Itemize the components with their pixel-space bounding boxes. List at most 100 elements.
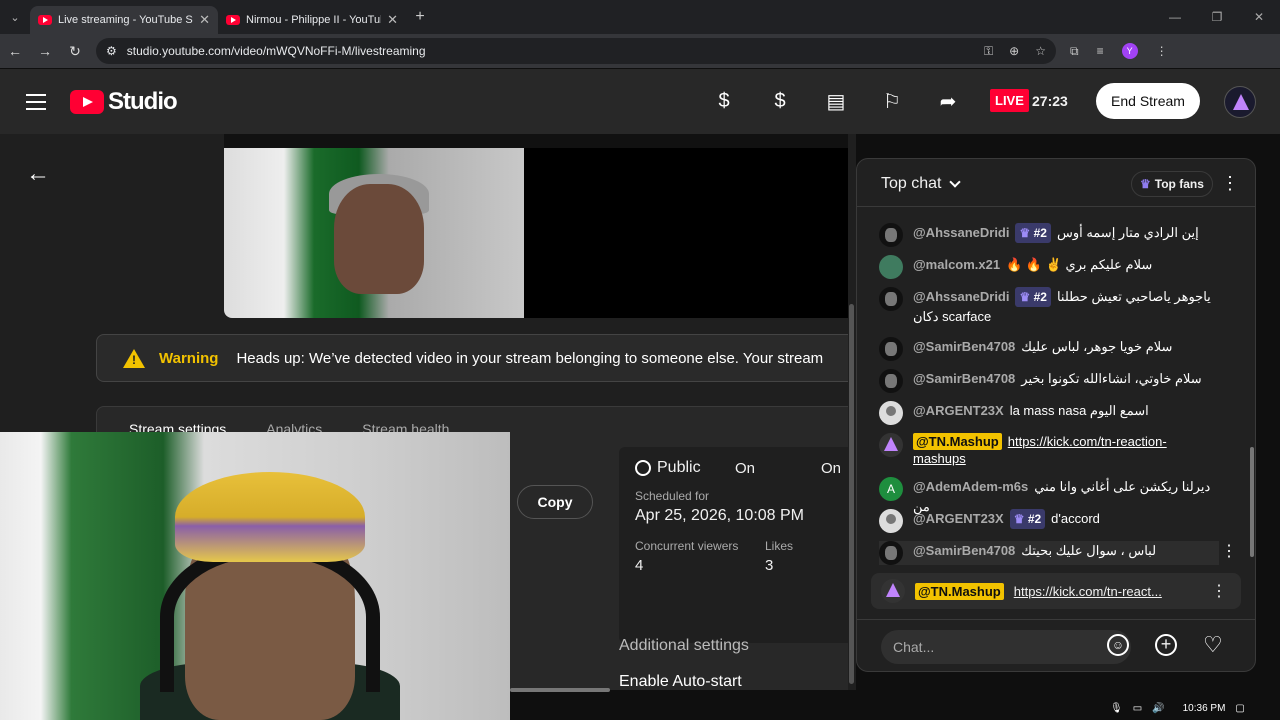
logo-text: Studio [108, 87, 178, 115]
avatar [879, 509, 903, 533]
new-tab-icon[interactable]: + [406, 8, 434, 26]
top-fan-badge: ♛ #2 [1015, 287, 1051, 307]
webcam-beanie [175, 472, 365, 562]
chat-user: @SamirBen4708 [913, 339, 1016, 354]
chat-header: Top chat ♛ Top fans ⋮ [857, 159, 1255, 207]
key-icon[interactable]: ⚿ [984, 44, 993, 59]
chat-scrollbar[interactable] [1247, 207, 1255, 567]
close-window-icon[interactable]: ✕ [1238, 0, 1280, 34]
browser-menu-icon[interactable]: ⋮ [1156, 44, 1168, 58]
warning-label: Warning [159, 349, 219, 367]
top-fans-button[interactable]: ♛ Top fans [1131, 171, 1213, 197]
minimize-icon[interactable]: — [1154, 0, 1196, 34]
tab-nirmou[interactable]: Nirmou - Philippe II - YouTube ✕ [218, 6, 406, 34]
reload-icon[interactable]: ↻ [60, 43, 90, 60]
preview-person-face [334, 184, 424, 294]
likes-label: Likes [765, 539, 794, 553]
chat-user: @SamirBen4708 [913, 543, 1016, 558]
chat-input[interactable]: Chat... [881, 630, 1131, 664]
heart-icon[interactable]: ♡ [1203, 632, 1223, 658]
setting-on-1: On [735, 460, 756, 477]
horizontal-scrollbar[interactable] [510, 688, 848, 694]
chat-text: لباس ، سوال عليك بحيتك [1021, 543, 1157, 558]
bookmark-icon[interactable]: ⚐ [880, 89, 904, 113]
clock[interactable]: 10:36 PM [1183, 703, 1226, 714]
site-settings-icon[interactable]: ⚙ [106, 44, 117, 58]
avatar [879, 337, 903, 361]
chat-message[interactable]: @ARGENT23X la mass nasa اسمع اليوم [879, 401, 1219, 425]
chat-message[interactable]: @SamirBen4708 سلام خاوتي، انشاءالله تكونو… [879, 369, 1219, 393]
chat-title: Top chat [881, 175, 942, 192]
setting-on-2: On [821, 460, 842, 477]
emoji-icon[interactable]: ☺ [1107, 634, 1129, 656]
mic-icon[interactable]: 🎙 [1110, 703, 1123, 714]
chat-user-highlight: @TN.Mashup [913, 433, 1002, 450]
forward-nav-icon[interactable]: → [30, 43, 60, 59]
bookmark-star-icon[interactable]: ☆ [1035, 44, 1046, 59]
add-icon[interactable]: + [1155, 634, 1177, 656]
chat-message[interactable]: @SamirBen4708 لباس ، سوال عليك بحيتك [879, 541, 1219, 565]
avatar [879, 433, 903, 457]
share-icon[interactable]: ➦ [936, 89, 960, 113]
message-more-icon[interactable]: ⋮ [1221, 541, 1237, 561]
channel-avatar[interactable] [1224, 86, 1256, 118]
notification-icon[interactable]: ▢ [1235, 703, 1244, 714]
network-icon[interactable]: ▭ [1133, 703, 1142, 714]
pinned-link[interactable]: https://kick.com/tn-react... [1014, 584, 1162, 599]
additional-settings-heading: Additional settings [619, 637, 749, 654]
close-tab-icon[interactable]: ✕ [199, 12, 210, 28]
chat-message[interactable]: @malcom.x21 🔥 🔥 ✌️ سلام عليكم بري [879, 255, 1219, 279]
stream-stats-card: Public On On Scheduled for Apr 25, 2026,… [619, 447, 848, 643]
tab-live-streaming[interactable]: Live streaming - YouTube Studio ✕ [30, 6, 218, 34]
media-icon[interactable]: ≡ [1097, 44, 1104, 58]
studio-logo[interactable]: Studio [70, 87, 178, 116]
hamburger-menu-icon[interactable] [26, 93, 46, 110]
badge-rank: #2 [1033, 226, 1047, 240]
address-bar[interactable]: ⚙ studio.youtube.com/video/mWQVNoFFi-M/l… [96, 38, 1056, 64]
webcam-headphones [160, 542, 380, 692]
chat-user: @AdemAdem-m6s [913, 479, 1029, 494]
pinned-message[interactable]: @TN.Mashup https://kick.com/tn-react... … [871, 573, 1241, 609]
chat-message[interactable]: @AhssaneDridi ♛ #2 إين الرادي متار إسمه أو… [879, 223, 1219, 247]
back-arrow-icon[interactable]: ← [26, 160, 50, 188]
chat-user: @AhssaneDridi [913, 225, 1010, 240]
chat-message[interactable]: @ARGENT23X ♛ #2 d'accord [879, 509, 1219, 533]
chat-text: سلام خاوتي، انشاءالله تكونوا بخير [1021, 371, 1202, 386]
badge-rank: #2 [1027, 512, 1042, 526]
profile-avatar[interactable]: Y [1121, 43, 1138, 59]
back-nav-icon[interactable]: ← [0, 43, 30, 59]
copy-button[interactable]: Copy [517, 485, 593, 519]
clapperboard-icon[interactable]: ▤ [824, 89, 848, 113]
tab-title: Live streaming - YouTube Studio [58, 14, 193, 26]
chat-more-icon[interactable]: ⋮ [1221, 173, 1239, 194]
avatar [879, 223, 903, 247]
youtube-favicon-icon [38, 15, 52, 25]
end-stream-button[interactable]: End Stream [1096, 83, 1200, 119]
monetization-icon[interactable]: $ [768, 89, 792, 113]
main-scrollbar[interactable] [848, 134, 856, 690]
tab-search-icon[interactable]: ⌄ [0, 0, 30, 34]
crown-icon: ♛ [1019, 226, 1031, 240]
chat-user: @AhssaneDridi [913, 289, 1010, 304]
chat-message[interactable]: @TN.Mashup https://kick.com/tn-reaction-m… [879, 433, 1219, 467]
zoom-icon[interactable]: ⊕ [1009, 44, 1019, 59]
volume-icon[interactable]: 🔊 [1152, 703, 1164, 714]
live-chat-panel: Top chat ♛ Top fans ⋮ @AhssaneDridi ♛ #2 إ… [856, 158, 1256, 672]
youtube-logo-icon [70, 89, 104, 114]
close-tab-icon[interactable]: ✕ [387, 12, 398, 28]
chat-mode-selector[interactable]: Top chat [881, 175, 962, 193]
chat-message[interactable]: @AhssaneDridi ♛ #2 ياجوهر ياصاحبي تعيش حطل… [879, 287, 1219, 327]
window-controls: — ❐ ✕ [1154, 0, 1280, 34]
pinned-more-icon[interactable]: ⋮ [1211, 581, 1227, 601]
avatar [879, 287, 903, 311]
extensions-area: ⧉ ≡ Y ⋮ [1070, 43, 1168, 59]
extensions-icon[interactable]: ⧉ [1070, 44, 1079, 59]
chat-message[interactable]: @SamirBen4708 سلام خويا جوهر، لباس عليك [879, 337, 1219, 361]
restore-icon[interactable]: ❐ [1196, 0, 1238, 34]
stream-preview[interactable] [224, 134, 848, 318]
avatar [879, 369, 903, 393]
chat-text: سلام خويا جوهر، لباس عليك [1021, 339, 1173, 354]
monetization-add-icon[interactable]: $ [712, 89, 736, 113]
viewers-value: 4 [635, 557, 644, 574]
chat-user: @ARGENT23X [913, 511, 1004, 526]
